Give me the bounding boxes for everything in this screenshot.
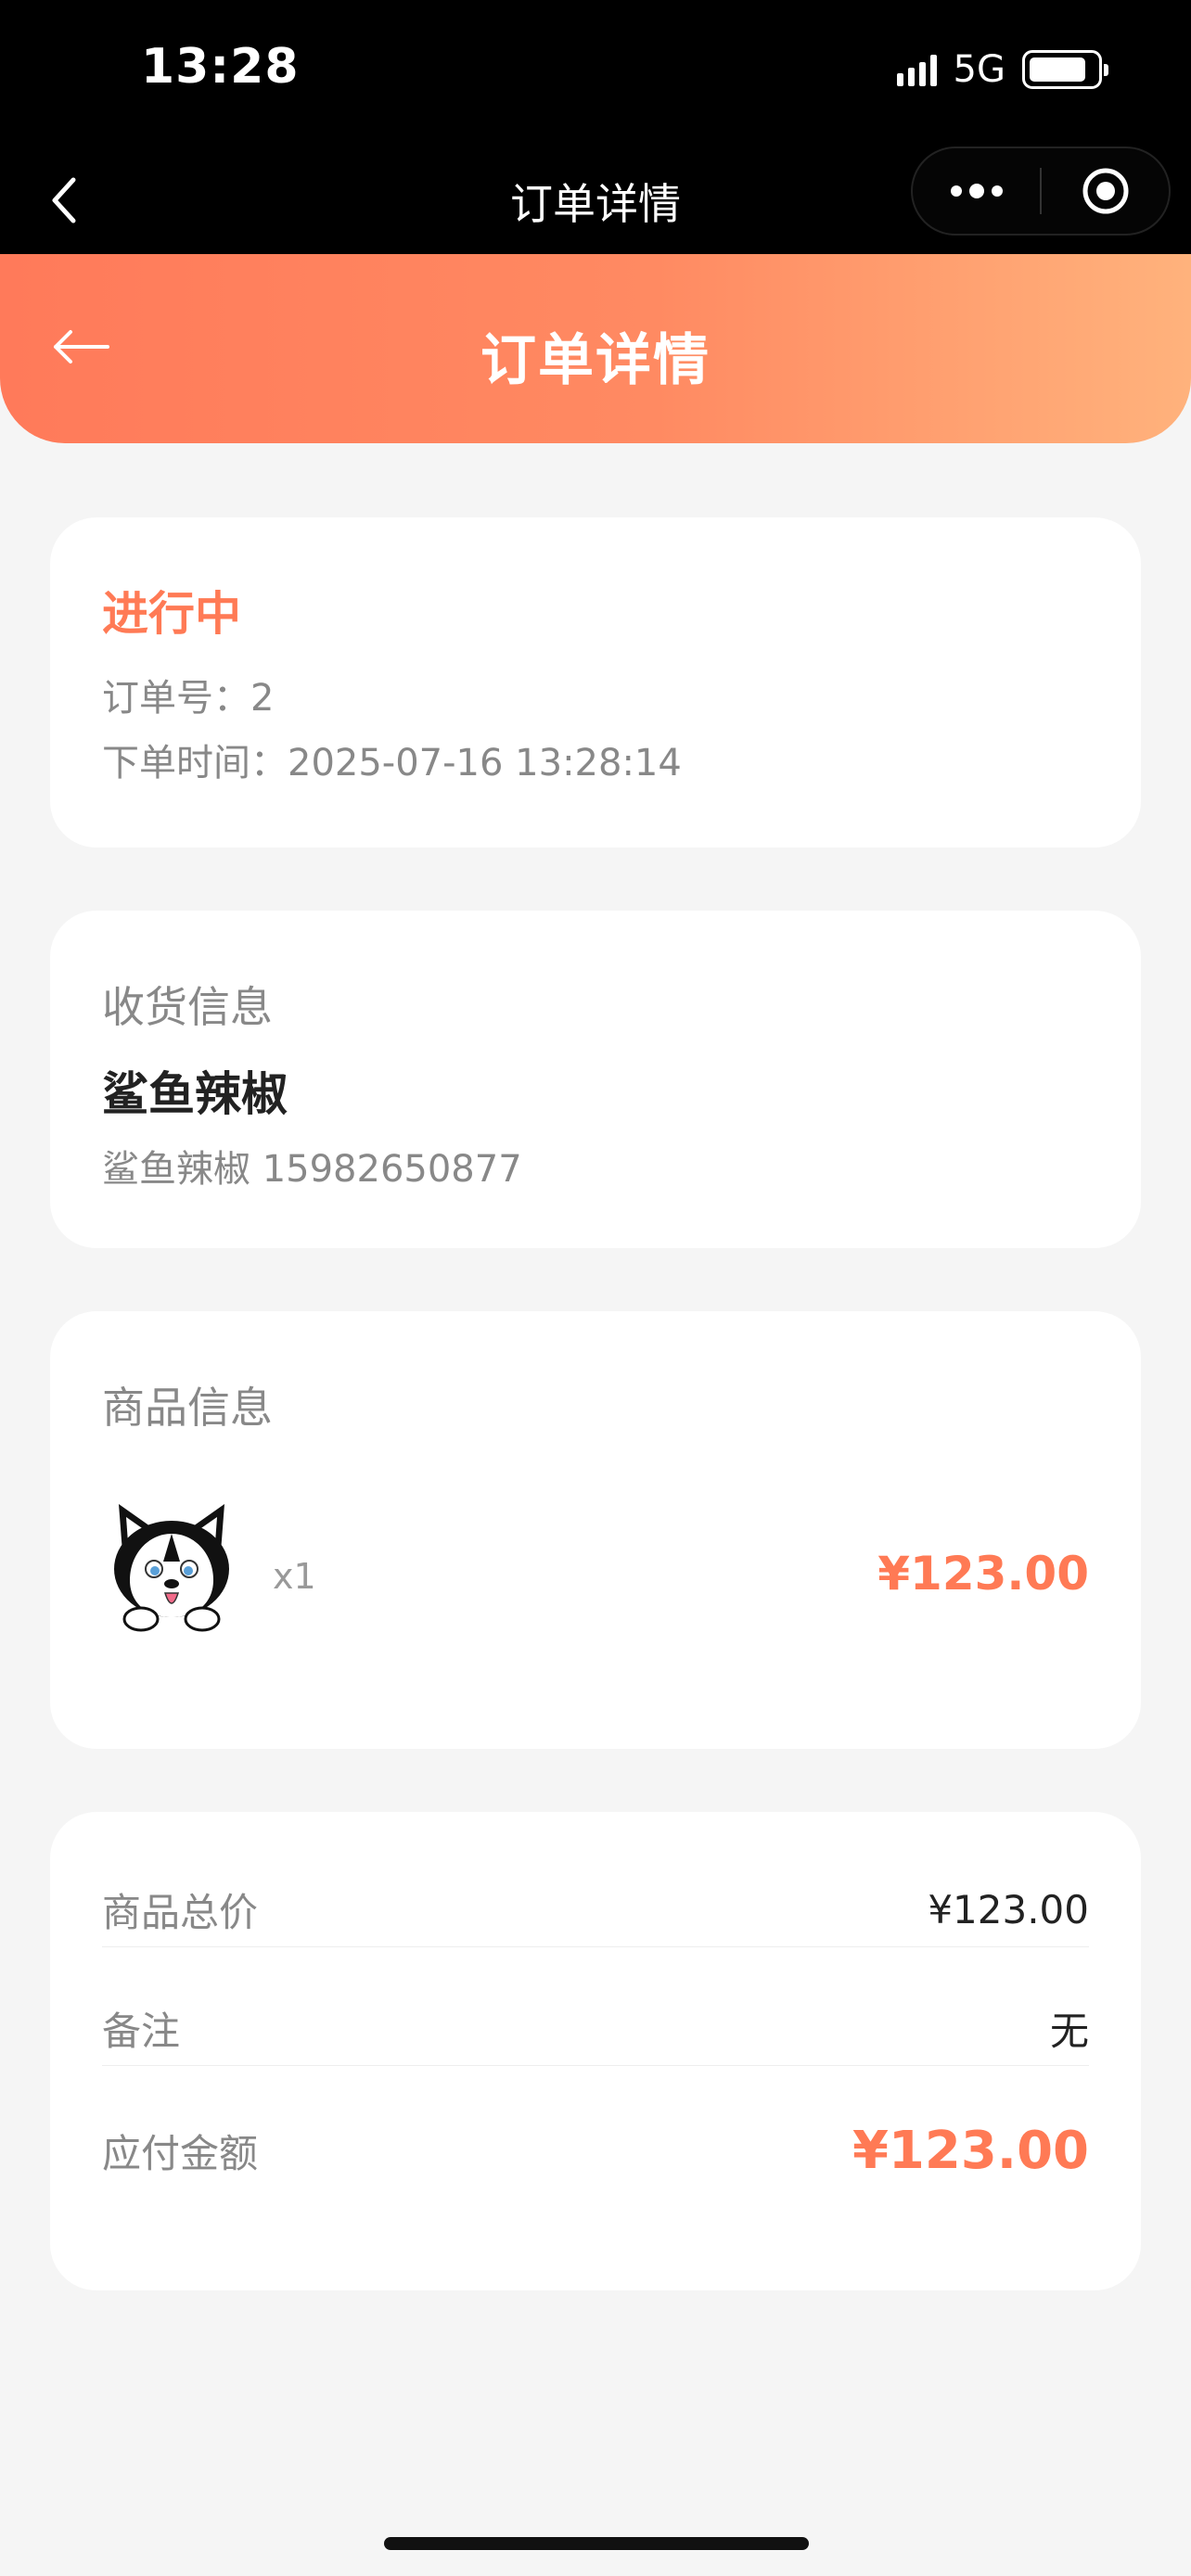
signal-icon — [896, 53, 937, 86]
total-label: 商品总价 — [102, 1890, 259, 1935]
battery-icon — [1022, 50, 1108, 89]
receiver-detail: 鲨鱼辣椒 15982650877 — [102, 1148, 522, 1191]
receiver-card: 收货信息 鲨鱼辣椒 鲨鱼辣椒 15982650877 — [50, 911, 1141, 1248]
receiver-name: 鲨鱼辣椒 — [102, 1067, 288, 1121]
page-header: 订单详情 — [0, 254, 1191, 443]
payable-label: 应付金额 — [102, 2130, 259, 2176]
order-time: 下单时间：2025-07-16 13:28:14 — [102, 742, 682, 784]
status-time: 13:28 — [141, 39, 300, 95]
home-indicator[interactable] — [384, 2537, 809, 2550]
order-number: 订单号：2 — [102, 677, 275, 720]
goods-section-title: 商品信息 — [102, 1383, 273, 1433]
summary-row-payable: 应付金额 ¥123.00 — [102, 2109, 1089, 2192]
payable-value: ¥123.00 — [852, 2120, 1089, 2181]
product-price: ¥123.00 — [877, 1547, 1089, 1600]
summary-row-remark: 备注 无 — [102, 1992, 1089, 2066]
close-target-icon[interactable] — [1042, 148, 1169, 234]
more-icon[interactable] — [913, 148, 1040, 234]
summary-row-total: 商品总价 ¥123.00 — [102, 1873, 1089, 1947]
total-value: ¥123.00 — [928, 1887, 1089, 1932]
order-status-card: 进行中 订单号：2 下单时间：2025-07-16 13:28:14 — [50, 517, 1141, 848]
page-title: 订单详情 — [480, 328, 711, 393]
status-bar: 13:28 5G — [0, 0, 1191, 147]
goods-card: 商品信息 x1 ¥123.00 — [50, 1311, 1141, 1749]
receiver-section-title: 收货信息 — [102, 982, 273, 1032]
summary-card: 商品总价 ¥123.00 备注 无 应付金额 ¥123.00 — [50, 1812, 1141, 2290]
product-quantity: x1 — [273, 1556, 316, 1597]
order-status: 进行中 — [102, 587, 241, 641]
product-image[interactable] — [102, 1497, 241, 1636]
remark-label: 备注 — [102, 2009, 181, 2054]
network-label: 5G — [953, 48, 1005, 91]
status-right: 5G — [896, 48, 1108, 91]
nav-bar: 订单详情 — [0, 147, 1191, 254]
capsule-menu — [911, 147, 1171, 236]
remark-value: 无 — [1049, 2009, 1089, 2054]
